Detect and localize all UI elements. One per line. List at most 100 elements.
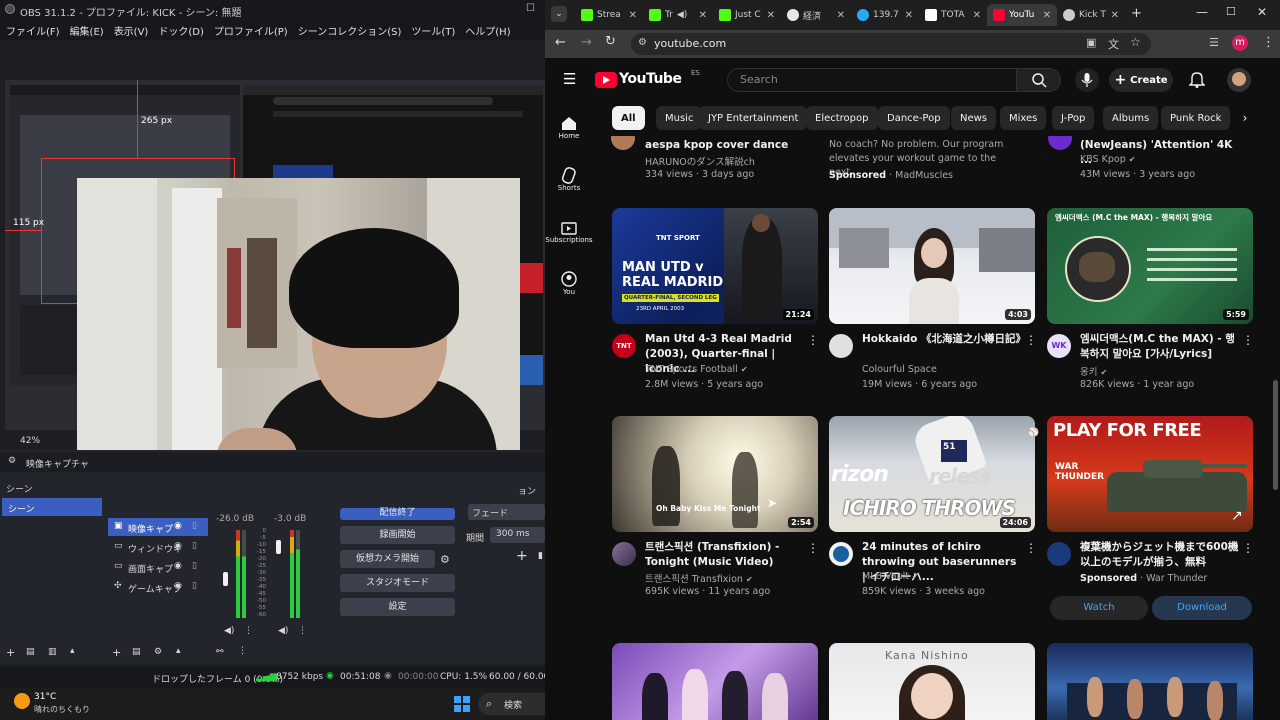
chevron-up-icon[interactable]: ▴: [70, 646, 75, 656]
channel-name[interactable]: TNT Sports Football ✔: [645, 364, 748, 375]
chip-news[interactable]: News: [951, 106, 997, 130]
menu-scene-collection[interactable]: シーンコレクション(S): [298, 23, 402, 38]
chip-albums[interactable]: Albums: [1103, 106, 1159, 130]
link-icon[interactable]: ⚯: [216, 647, 224, 657]
trash-icon[interactable]: ▤: [26, 647, 35, 657]
tab-site[interactable]: 139.7 ✕: [851, 4, 919, 26]
settings-button[interactable]: 設定: [340, 598, 455, 616]
video-title[interactable]: aespa kpop cover dance: [645, 138, 815, 153]
profile-avatar[interactable]: m: [1232, 35, 1248, 51]
tab-youtube[interactable]: YouTu ✕: [987, 4, 1057, 26]
channel-name[interactable]: MLB Vault ✔: [862, 571, 919, 582]
hamburger-menu-icon[interactable]: ☰: [563, 70, 576, 88]
menu-profile[interactable]: プロファイル(P): [214, 23, 288, 38]
guide-item-home[interactable]: Home: [545, 114, 593, 140]
ad-watch-button[interactable]: Watch: [1050, 596, 1148, 620]
more-icon[interactable]: ⋮: [244, 626, 253, 636]
close-icon[interactable]: ✕: [699, 10, 707, 21]
close-window-icon[interactable]: ✕: [1257, 5, 1267, 19]
chevron-up-icon[interactable]: ▴: [176, 646, 181, 656]
start-recording-button[interactable]: 録画開始: [340, 526, 455, 544]
gear-icon[interactable]: ⚙: [8, 456, 16, 466]
menu-dock[interactable]: ドック(D): [158, 23, 204, 38]
more-options-icon[interactable]: ⋮: [1242, 540, 1254, 556]
video-title[interactable]: Hokkaido 《北海道之小樽日記》: [862, 332, 1022, 347]
channel-avatar[interactable]: [612, 542, 636, 566]
minimize-icon[interactable]: —: [1196, 5, 1208, 19]
gear-icon[interactable]: ⚙: [154, 647, 162, 657]
bookmark-star-icon[interactable]: ☆: [1130, 35, 1141, 49]
video-title[interactable]: 엠씨더맥스(M.C the MAX) - 행복하지 말아요 [가사/Lyrics…: [1080, 332, 1240, 362]
more-icon[interactable]: ⋮: [298, 626, 307, 636]
channel-avatar[interactable]: [829, 542, 853, 566]
tab-kick-t[interactable]: Kick T ✕: [1057, 4, 1125, 26]
channel-avatar[interactable]: [829, 334, 853, 358]
chip-all[interactable]: All: [612, 106, 645, 130]
tab-news[interactable]: 経済 ✕: [781, 4, 851, 26]
close-icon[interactable]: ✕: [1111, 10, 1119, 21]
trash-icon[interactable]: ▮: [538, 551, 543, 561]
speaker-icon[interactable]: ◀): [278, 626, 288, 636]
video-title[interactable]: 트랜스픽션 (Transfixion) - Tonight (Music Vid…: [645, 540, 805, 570]
channel-avatar[interactable]: [1048, 136, 1072, 150]
lock-icon[interactable]: ▯: [192, 521, 197, 531]
video-thumbnail[interactable]: 엠씨더맥스 (M.C the MAX) - 행복하지 말아요 5:59: [1047, 208, 1253, 324]
eye-icon[interactable]: ◉: [174, 541, 182, 551]
source-item[interactable]: ▭ ウィンドウキ ◉ ▯: [108, 538, 208, 556]
menu-help[interactable]: ヘルプ(H): [465, 23, 510, 38]
video-thumbnail[interactable]: Oh Baby Kiss Me Tonight 2:54: [612, 416, 818, 532]
lock-icon[interactable]: ▯: [192, 581, 197, 591]
audio-icon[interactable]: ◀): [677, 10, 687, 20]
more-options-icon[interactable]: ⋮: [1025, 332, 1037, 348]
menu-view[interactable]: 表示(V): [114, 23, 149, 38]
address-bar[interactable]: ⚙ youtube.com ▣ 文 ☆: [631, 33, 1151, 55]
weather-icon[interactable]: [14, 693, 30, 709]
more-options-icon[interactable]: ⋮: [807, 540, 819, 556]
tab-search-icon[interactable]: ⌄: [551, 6, 567, 22]
create-button[interactable]: + Create: [1109, 68, 1173, 92]
taskbar-search[interactable]: ⌕ 検索: [478, 693, 545, 715]
source-item[interactable]: ▣ 映像キャプ ◉ ▯: [108, 518, 208, 536]
scene-item[interactable]: シーン: [2, 498, 102, 516]
lock-icon[interactable]: ▯: [192, 561, 197, 571]
start-virtual-camera-button[interactable]: 仮想カメラ開始: [340, 550, 435, 568]
duration-input[interactable]: 300 ms: [490, 527, 545, 543]
advertiser-avatar[interactable]: [1047, 542, 1071, 566]
more-options-icon[interactable]: ⋮: [1025, 540, 1037, 556]
cast-icon[interactable]: ▣: [1086, 36, 1096, 49]
close-icon[interactable]: ✕: [1043, 10, 1051, 21]
close-icon[interactable]: ✕: [837, 10, 845, 21]
add-icon[interactable]: +: [6, 646, 15, 659]
source-item[interactable]: ▭ 画面キャプ ◉ ▯: [108, 558, 208, 576]
maximize-icon[interactable]: ☐: [1226, 5, 1236, 18]
forward-icon[interactable]: →: [581, 35, 592, 50]
notifications-bell-icon[interactable]: [1189, 70, 1205, 88]
video-thumbnail[interactable]: TNT SPORT MAN UTD v REAL MADRID QUARTER-…: [612, 208, 818, 324]
channel-name[interactable]: KBS Kpop ✔: [1080, 154, 1135, 165]
stop-stream-button[interactable]: 配信終了: [340, 508, 455, 520]
chip-mixes[interactable]: Mixes: [1000, 106, 1047, 130]
studio-mode-button[interactable]: スタジオモード: [340, 574, 455, 592]
add-icon[interactable]: +: [516, 548, 528, 564]
search-input[interactable]: Search: [727, 68, 1017, 92]
maximize-icon[interactable]: ☐: [526, 3, 535, 14]
ad-thumbnail[interactable]: PLAY FOR FREE WAR THUNDER ↗: [1047, 416, 1253, 532]
reading-list-icon[interactable]: ☰: [1209, 36, 1219, 49]
video-thumbnail[interactable]: 51 rizon reless ICHIRO THROWS 24:06: [829, 416, 1035, 532]
chip-punk-rock[interactable]: Punk Rock: [1161, 106, 1231, 130]
channel-name[interactable]: Colourful Space: [862, 364, 937, 375]
chrome-menu-icon[interactable]: ⋮: [1262, 35, 1275, 50]
video-thumbnail[interactable]: [1047, 643, 1253, 720]
add-icon[interactable]: +: [112, 646, 121, 659]
new-tab-icon[interactable]: +: [1131, 6, 1142, 21]
trash-icon[interactable]: ▤: [132, 647, 141, 657]
account-avatar[interactable]: [1227, 68, 1251, 92]
translate-icon[interactable]: 文: [1108, 36, 1119, 52]
windows-start-icon[interactable]: [454, 696, 470, 712]
channel-name[interactable]: HARUNOのダンス解説ch: [645, 154, 755, 168]
tab-kick-stream[interactable]: Strea ✕: [575, 4, 643, 26]
guide-item-subscriptions[interactable]: Subscriptions: [545, 218, 593, 244]
close-icon[interactable]: ✕: [767, 10, 775, 21]
chip-electropop[interactable]: Electropop: [806, 106, 878, 130]
ad-title[interactable]: 複葉機からジェット機まで600機以上のモデルが揃う、無料: [1080, 540, 1240, 570]
